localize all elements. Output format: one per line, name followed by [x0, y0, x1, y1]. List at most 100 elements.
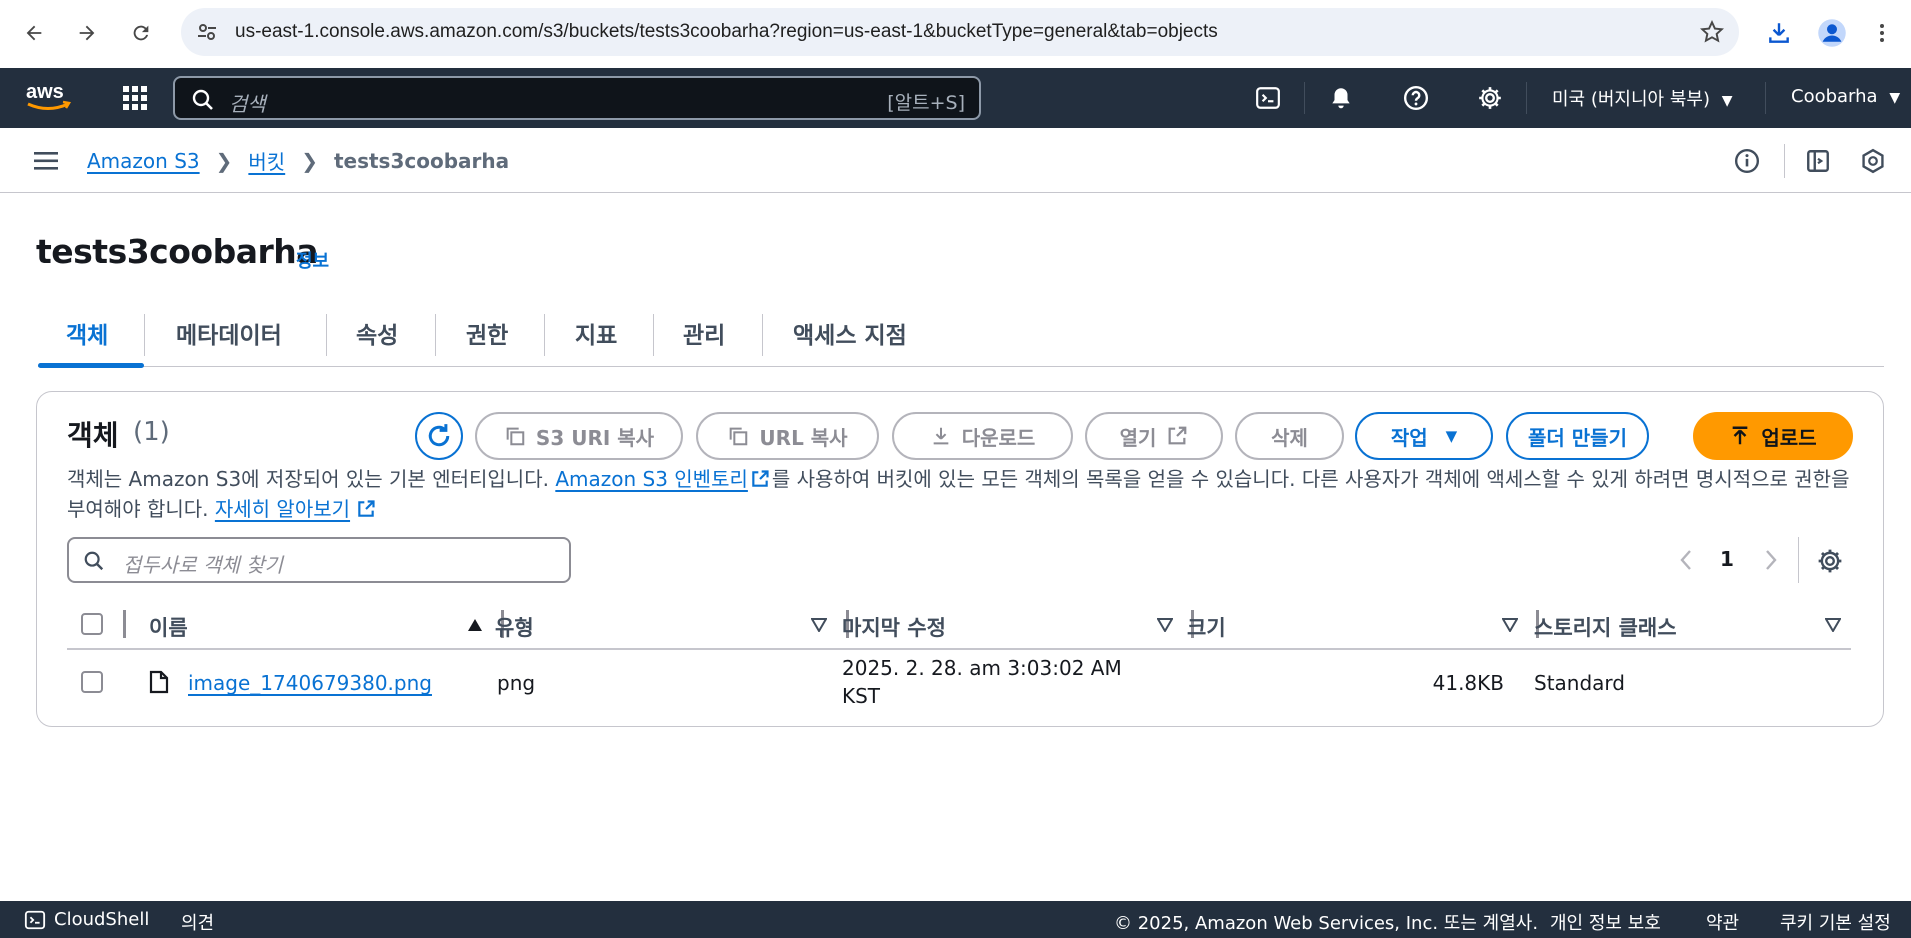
tab-divider	[144, 314, 145, 356]
delete-label: 삭제	[1271, 425, 1308, 450]
delete-button[interactable]: 삭제	[1235, 412, 1344, 460]
tab-divider	[762, 314, 763, 356]
refresh-button[interactable]	[415, 412, 463, 460]
tab-permissions[interactable]: 권한	[466, 316, 508, 350]
footer-cloudshell-link[interactable]: CloudShell	[54, 909, 149, 930]
sort-icon[interactable]	[811, 618, 827, 632]
side-panel-icon[interactable]	[1805, 148, 1831, 174]
file-icon	[149, 670, 169, 694]
cloudshell-button[interactable]	[1254, 84, 1282, 112]
search-icon	[84, 551, 104, 571]
column-divider	[123, 610, 126, 638]
back-button[interactable]	[14, 13, 54, 53]
tab-management[interactable]: 관리	[683, 316, 725, 350]
learn-more-link[interactable]: 자세히 알아보기	[215, 497, 350, 521]
util-divider	[1784, 144, 1785, 178]
search-placeholder: 검색	[229, 92, 266, 116]
footer-terms-link[interactable]: 약관	[1706, 909, 1739, 935]
breadcrumb-amazon-s3[interactable]: Amazon S3	[87, 149, 200, 173]
download-label: 다운로드	[961, 425, 1036, 450]
tab-properties[interactable]: 속성	[356, 316, 398, 350]
row-checkbox[interactable]	[81, 671, 103, 693]
footer-feedback-link[interactable]: 의견	[181, 909, 214, 935]
footer-privacy-link[interactable]: 개인 정보 보호	[1550, 909, 1661, 935]
terminal-icon[interactable]	[24, 909, 46, 931]
column-header-size[interactable]: 크기	[1187, 612, 1226, 642]
side-nav-toggle[interactable]	[34, 150, 58, 176]
breadcrumb-buckets[interactable]: 버킷	[248, 146, 285, 175]
select-all-checkbox[interactable]	[81, 613, 103, 635]
sort-icon[interactable]	[1157, 618, 1173, 632]
browser-menu-button[interactable]	[1862, 13, 1902, 53]
find-objects-input[interactable]: 접두사로 객체 찾기	[67, 537, 571, 583]
tab-divider	[435, 314, 436, 356]
profile-button[interactable]	[1812, 13, 1852, 53]
svg-text:aws: aws	[26, 81, 64, 103]
info-link[interactable]: 정보	[296, 247, 329, 273]
column-header-type[interactable]: 유형	[495, 612, 534, 642]
external-link-icon	[752, 470, 769, 487]
chevron-left-icon[interactable]	[1678, 548, 1694, 572]
bookmark-star-icon[interactable]	[1699, 19, 1725, 45]
table-row[interactable]: image_1740679380.png png 2025. 2. 28. am…	[67, 650, 1851, 730]
browser-toolbar: us-east-1.console.aws.amazon.com/s3/buck…	[0, 0, 1911, 66]
copy-s3-uri-button[interactable]: S3 URI 복사	[475, 412, 683, 460]
nav-divider	[1304, 82, 1305, 114]
open-button[interactable]: 열기	[1085, 412, 1223, 460]
hexagon-icon[interactable]	[1860, 148, 1886, 174]
download-button[interactable]	[1759, 13, 1799, 53]
services-menu-button[interactable]	[122, 85, 148, 111]
chevron-right-icon: ❯	[301, 148, 318, 173]
gear-icon[interactable]	[1817, 548, 1843, 574]
copy-url-label: URL 복사	[759, 425, 848, 450]
tab-metadata[interactable]: 메타데이터	[176, 316, 282, 350]
aws-logo[interactable]: aws	[24, 80, 74, 114]
info-panel-icon[interactable]	[1734, 148, 1760, 174]
settings-button[interactable]	[1476, 84, 1504, 112]
sort-icon[interactable]	[1825, 618, 1841, 632]
more-vertical-icon	[1880, 24, 1884, 42]
chevron-right-icon: ❯	[215, 148, 233, 173]
object-name-link[interactable]: image_1740679380.png	[188, 671, 432, 695]
tab-metrics[interactable]: 지표	[575, 316, 617, 350]
hamburger-menu-icon	[34, 152, 58, 170]
notifications-button[interactable]	[1327, 84, 1355, 112]
nav-divider	[1765, 82, 1766, 114]
upload-label: 업로드	[1761, 425, 1817, 450]
objects-heading: 객체	[67, 419, 119, 452]
copy-url-button[interactable]: URL 복사	[696, 412, 879, 460]
tab-divider	[326, 314, 327, 356]
sort-icon[interactable]	[1502, 618, 1518, 632]
account-menu[interactable]: Coobarha ▼	[1791, 86, 1900, 107]
chevron-right-icon[interactable]	[1763, 548, 1779, 572]
download-object-button[interactable]: 다운로드	[892, 412, 1073, 460]
forward-button[interactable]	[67, 13, 107, 53]
page-number[interactable]: 1	[1720, 547, 1734, 571]
column-header-name[interactable]: 이름	[149, 612, 188, 642]
aws-search-input[interactable]: 검색 [알트+S]	[173, 76, 981, 120]
object-last-modified-tz: KST	[842, 684, 881, 708]
reload-button[interactable]	[121, 13, 161, 53]
create-folder-label: 폴더 만들기	[1528, 425, 1627, 450]
site-settings-icon[interactable]	[195, 20, 219, 44]
actions-dropdown[interactable]: 작업 ▼	[1355, 412, 1493, 460]
tab-objects[interactable]: 객체	[66, 316, 108, 350]
arrow-left-icon	[26, 25, 42, 41]
sort-ascending-icon[interactable]	[467, 618, 483, 632]
region-selector[interactable]: 미국 (버지니아 북부) ▼	[1552, 85, 1732, 111]
open-label: 열기	[1119, 425, 1157, 450]
column-header-storage-class[interactable]: 스토리지 클래스	[1534, 612, 1677, 642]
upload-button[interactable]: 업로드	[1693, 412, 1853, 460]
reload-icon	[133, 25, 149, 41]
bucket-tabs: 객체 메타데이터 속성 권한 지표 관리 액세스 지점	[38, 306, 1884, 368]
pager-divider	[1798, 537, 1799, 583]
tab-access-points[interactable]: 액세스 지점	[793, 316, 907, 350]
address-bar[interactable]: us-east-1.console.aws.amazon.com/s3/buck…	[181, 8, 1739, 56]
objects-count: (1)	[133, 417, 170, 447]
help-button[interactable]	[1402, 84, 1430, 112]
s3-inventory-link[interactable]: Amazon S3 인벤토리	[555, 467, 748, 491]
description-text-1: 객체는 Amazon S3에 저장되어 있는 기본 엔터티입니다.	[67, 467, 556, 491]
column-header-last-modified[interactable]: 마지막 수정	[842, 612, 946, 642]
footer-cookies-link[interactable]: 쿠키 기본 설정	[1780, 909, 1891, 935]
create-folder-button[interactable]: 폴더 만들기	[1506, 412, 1649, 460]
